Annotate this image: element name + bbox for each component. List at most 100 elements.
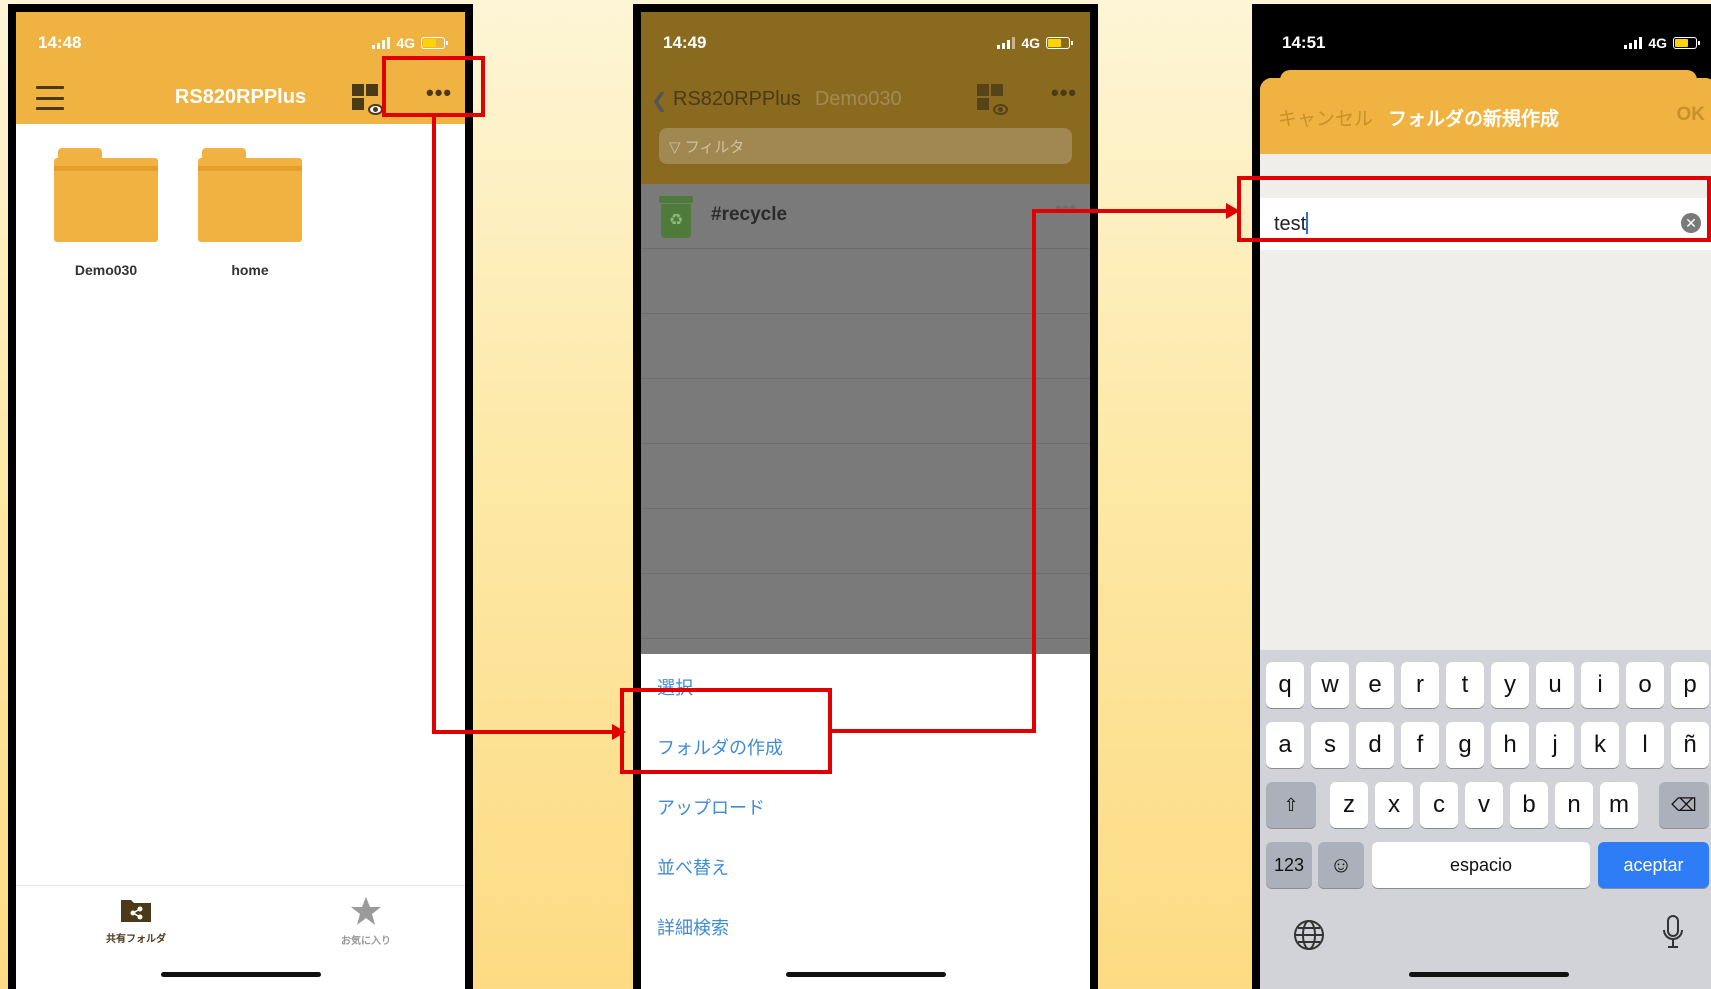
key-c[interactable]: c: [1420, 782, 1458, 828]
tab-label: 共有フォルダ: [106, 934, 166, 945]
key-l[interactable]: l: [1626, 722, 1664, 768]
space-key[interactable]: espacio: [1372, 842, 1590, 888]
battery-icon: [1046, 37, 1073, 49]
view-mode-icon[interactable]: [352, 84, 383, 115]
phone-screen-2: 14:49 4G ❮ RS820RPPlus Demo030 ••• ▽ フィルタ…: [633, 4, 1098, 989]
chevron-left-icon[interactable]: ❮: [651, 88, 668, 113]
key-v[interactable]: v: [1465, 782, 1503, 828]
key-i[interactable]: i: [1581, 662, 1619, 708]
folder-item[interactable]: Demo030: [54, 148, 158, 288]
folder-item[interactable]: home: [198, 148, 302, 288]
key-a[interactable]: a: [1266, 722, 1304, 768]
list-item-empty: [641, 249, 1090, 314]
return-key[interactable]: aceptar: [1598, 842, 1709, 888]
key-m[interactable]: m: [1600, 782, 1638, 828]
status-time: 14:48: [38, 33, 82, 52]
microphone-icon[interactable]: [1661, 914, 1685, 950]
list-item-empty: [641, 444, 1090, 509]
key-g[interactable]: g: [1446, 722, 1484, 768]
highlight-create-folder: [620, 688, 832, 774]
status-bar: 14:51 4G: [1260, 12, 1711, 74]
tab-bar: 共有フォルダ お気に入り: [16, 885, 465, 989]
phone-screen-3: 14:51 4G キャンセル フォルダの新規作成 OK test ✕ q w e…: [1252, 4, 1711, 989]
list-item-empty: [641, 574, 1090, 639]
arrow-line: [432, 117, 436, 734]
key-h[interactable]: h: [1491, 722, 1529, 768]
modal-title: フォルダの新規作成: [1388, 109, 1560, 130]
menu-item-sort[interactable]: 並べ替え: [657, 854, 729, 880]
home-indicator: [160, 972, 321, 977]
network-type: 4G: [1021, 35, 1040, 51]
key-u[interactable]: u: [1536, 662, 1574, 708]
key-t[interactable]: t: [1446, 662, 1484, 708]
filter-placeholder: フィルタ: [684, 139, 745, 156]
filter-input[interactable]: ▽ フィルタ: [659, 128, 1072, 164]
list-item[interactable]: ♻ #recycle •••: [641, 184, 1090, 249]
list-item-empty: [641, 314, 1090, 379]
breadcrumb: RS820RPPlus Demo030: [673, 88, 902, 111]
numbers-key[interactable]: 123: [1266, 842, 1312, 888]
tab-label: お気に入り: [341, 936, 391, 947]
highlight-more-button: [382, 56, 485, 117]
more-icon[interactable]: •••: [1051, 80, 1077, 106]
key-b[interactable]: b: [1510, 782, 1548, 828]
signal-icon: [997, 37, 1016, 49]
shift-icon[interactable]: ⇧: [1266, 782, 1316, 828]
view-mode-icon[interactable]: [977, 84, 1008, 115]
status-bar: 14:49 4G: [641, 12, 1090, 74]
shared-folder-icon: [121, 900, 151, 922]
key-q[interactable]: q: [1266, 662, 1304, 708]
key-x[interactable]: x: [1375, 782, 1413, 828]
battery-icon: [1673, 37, 1700, 49]
key-j[interactable]: j: [1536, 722, 1574, 768]
key-w[interactable]: w: [1311, 662, 1349, 708]
signal-icon: [372, 37, 391, 49]
cancel-button[interactable]: キャンセル: [1278, 104, 1373, 131]
key-e[interactable]: e: [1356, 662, 1394, 708]
network-type: 4G: [396, 35, 415, 51]
key-p[interactable]: p: [1671, 662, 1709, 708]
key-o[interactable]: o: [1626, 662, 1664, 708]
signal-icon: [1624, 37, 1643, 49]
star-icon: [351, 897, 381, 925]
key-f[interactable]: f: [1401, 722, 1439, 768]
phone-screen-1: 14:48 4G RS820RPPlus ••• Demo030 home 共有…: [8, 4, 473, 989]
folder-label: Demo030: [74, 262, 138, 278]
status-time: 14:49: [663, 33, 707, 52]
key-z[interactable]: z: [1330, 782, 1368, 828]
folder-label: home: [231, 262, 269, 278]
home-indicator: [785, 972, 946, 977]
arrow-line: [832, 729, 1036, 733]
menu-item-upload[interactable]: アップロード: [657, 794, 765, 820]
key-d[interactable]: d: [1356, 722, 1394, 768]
key-s[interactable]: s: [1311, 722, 1349, 768]
dimmed-list: ♻ #recycle •••: [641, 184, 1090, 654]
key-k[interactable]: k: [1581, 722, 1619, 768]
keyboard: q w e r t y u i o p a s d f g h j k l ñ …: [1260, 650, 1711, 989]
key-y[interactable]: y: [1491, 662, 1529, 708]
menu-item-advanced-search[interactable]: 詳細検索: [657, 914, 729, 940]
arrow-line: [432, 730, 614, 734]
globe-icon[interactable]: [1292, 918, 1326, 952]
status-time: 14:51: [1282, 33, 1326, 52]
key-n-tilde[interactable]: ñ: [1671, 722, 1709, 768]
back-title[interactable]: RS820RPPlus: [673, 88, 801, 110]
highlight-folder-name-field: [1237, 176, 1711, 242]
ok-button[interactable]: OK: [1677, 104, 1706, 126]
list-item-empty: [641, 509, 1090, 574]
home-indicator: [1408, 972, 1569, 977]
backspace-icon[interactable]: ⌫: [1659, 782, 1709, 828]
list-item-empty: [641, 379, 1090, 444]
network-type: 4G: [1648, 35, 1667, 51]
battery-icon: [421, 37, 448, 49]
key-n[interactable]: n: [1555, 782, 1593, 828]
emoji-icon[interactable]: ☺: [1318, 842, 1364, 888]
tab-shared-folders[interactable]: 共有フォルダ: [76, 896, 196, 945]
arrow-line: [1032, 209, 1036, 733]
current-folder-title: Demo030: [814, 88, 902, 110]
recycle-bin-icon: ♻: [659, 196, 693, 238]
modal-header: キャンセル フォルダの新規作成 OK: [1260, 78, 1711, 154]
key-r[interactable]: r: [1401, 662, 1439, 708]
arrow-line: [1032, 209, 1228, 213]
tab-favorites[interactable]: お気に入り: [306, 896, 426, 947]
